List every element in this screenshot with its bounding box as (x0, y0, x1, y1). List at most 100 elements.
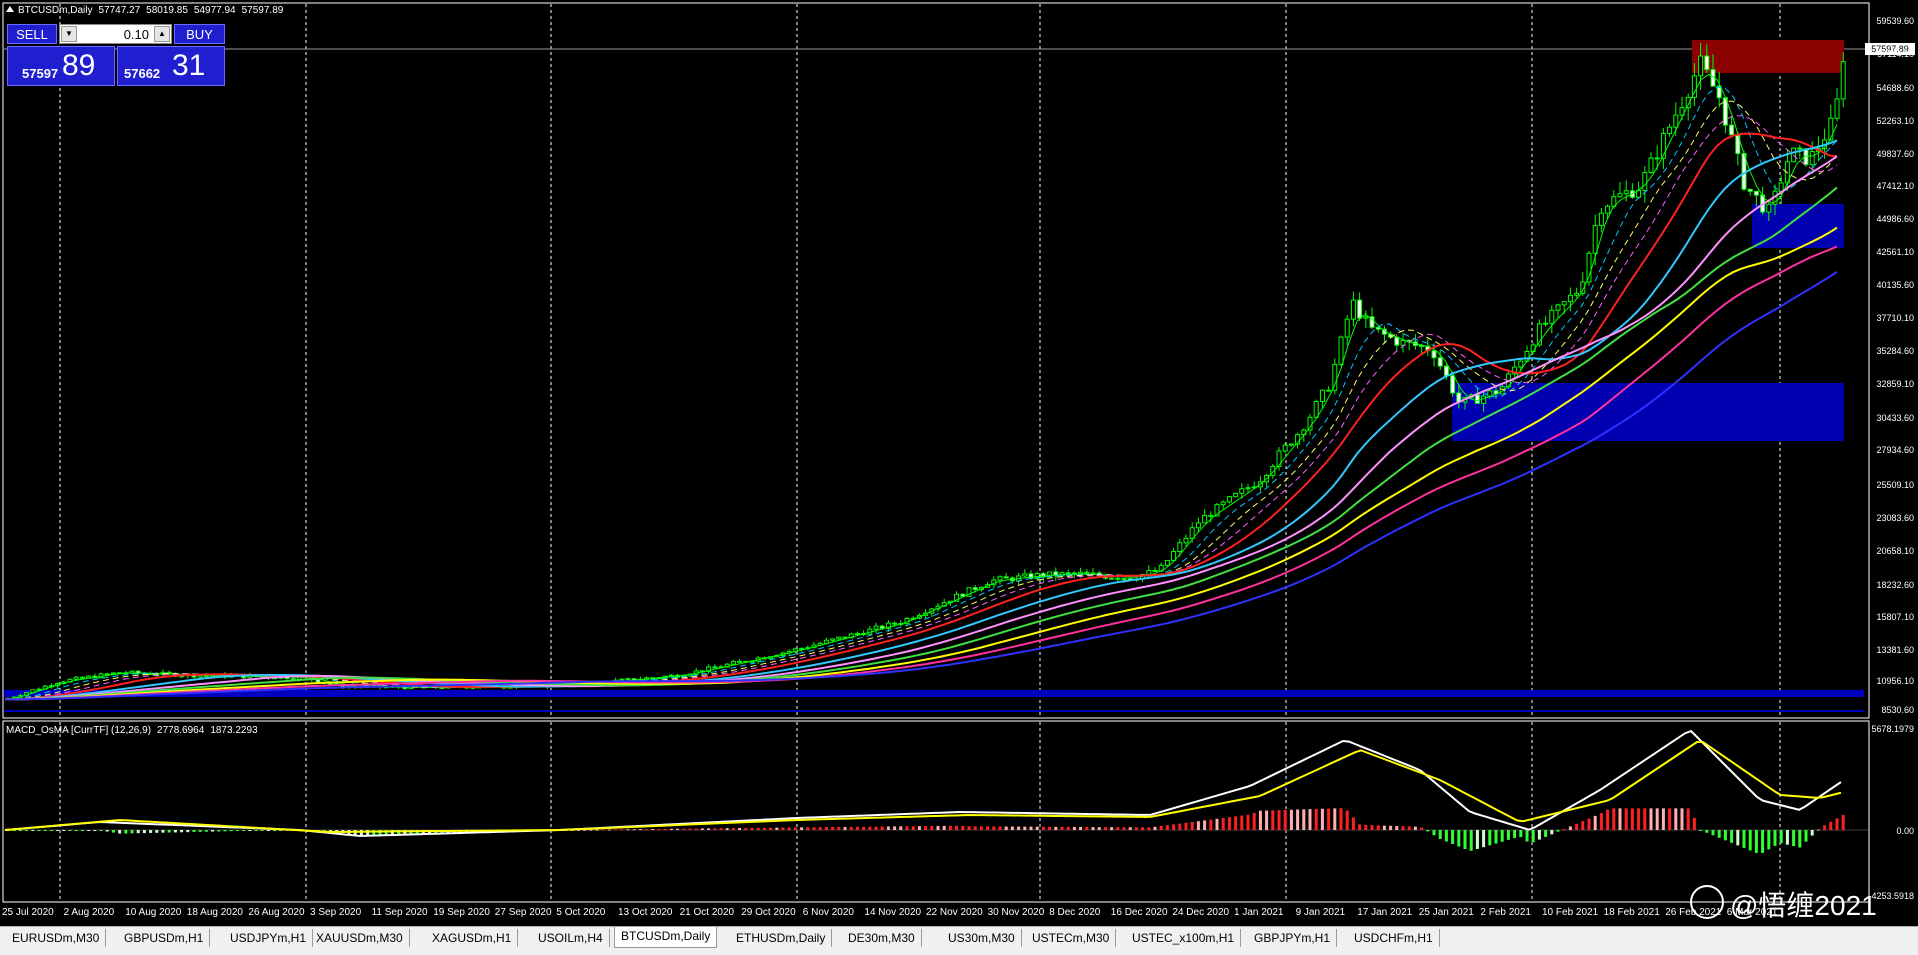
macd-histogram-bar (1079, 826, 1083, 830)
ask-price-button[interactable]: 57662 31 (117, 46, 225, 86)
macd-histogram-bar (31, 830, 35, 831)
candle-body (1146, 569, 1152, 575)
macd-histogram-bar (1085, 827, 1089, 830)
macd-histogram-bar (744, 827, 748, 830)
macd-histogram-bar (917, 826, 921, 830)
macd-histogram-bar (124, 830, 128, 834)
chart-tab[interactable]: GBPJPYm,H1 (1248, 929, 1338, 947)
macd-histogram-bar (1717, 830, 1721, 838)
macd-histogram-bar (1736, 830, 1740, 846)
chart-tab[interactable]: BTCUSDm,Daily (614, 927, 718, 948)
bid-price-button[interactable]: 57597 89 (7, 46, 115, 86)
chart-tab[interactable]: USDCHFm,H1 (1348, 929, 1440, 947)
buy-button[interactable]: BUY (174, 24, 225, 44)
macd-histogram-bar (663, 828, 667, 830)
macd-histogram-bar (601, 829, 605, 831)
macd-histogram-bar (1147, 827, 1151, 830)
macd-axis-label: 5678.1979 (1871, 724, 1914, 734)
indicator-value-2: 1873.2293 (210, 725, 258, 736)
candle-body (997, 576, 1003, 581)
candle-body (1518, 360, 1524, 368)
lot-decrease-arrow-icon[interactable]: ▼ (61, 26, 77, 42)
price-axis-label: 40135.60 (1876, 280, 1914, 290)
symbol-title: BTCUSDm,Daily (18, 5, 93, 16)
macd-histogram-bar (1823, 825, 1827, 830)
macd-histogram-bar (1258, 810, 1262, 830)
macd-histogram-bar (1779, 830, 1783, 844)
chart-tab[interactable]: USTEC_x100m,H1 (1126, 929, 1242, 947)
macd-histogram-bar (1184, 822, 1188, 830)
date-axis-label: 25 Jul 2020 (2, 907, 54, 918)
candle-body (854, 632, 860, 635)
macd-histogram-bar (248, 830, 252, 831)
lot-input[interactable]: ▼ 0.10 ▲ (59, 24, 172, 44)
sell-button[interactable]: SELL (7, 24, 57, 44)
macd-histogram-bar (1444, 830, 1448, 842)
macd-histogram-bar (793, 827, 797, 830)
macd-histogram-bar (1649, 808, 1653, 830)
chart-tab[interactable]: XAUUSDm,M30 (310, 929, 410, 947)
candle-body (1704, 55, 1710, 71)
macd-histogram-bar (1748, 830, 1752, 851)
macd-histogram-bar (1401, 826, 1405, 830)
candle-body (1654, 157, 1660, 160)
chart-tab[interactable]: XAGUSDm,H1 (426, 929, 519, 947)
macd-histogram-bar (626, 829, 630, 831)
candle-body (1183, 537, 1189, 544)
macd-line (4, 729, 1842, 837)
macd-histogram-bar (1035, 826, 1039, 830)
lot-value[interactable]: 0.10 (124, 27, 149, 42)
macd-histogram-bar (607, 829, 611, 831)
price-axis-label: 37710.10 (1876, 313, 1914, 323)
macd-histogram-bar (880, 826, 884, 830)
macd-histogram-bar (1333, 808, 1337, 830)
macd-histogram-bar (818, 827, 822, 830)
candle-body (1673, 114, 1679, 128)
macd-histogram-bar (1655, 808, 1659, 830)
macd-histogram-bar (1451, 830, 1455, 844)
macd-histogram-bar (1754, 830, 1758, 853)
macd-histogram-bar (1382, 825, 1386, 830)
candle-body (1326, 389, 1332, 392)
candle-body (1778, 182, 1784, 192)
chart-tab[interactable]: US30m,M30 (942, 929, 1022, 947)
macd-histogram-bar (1327, 808, 1331, 830)
macd-histogram-bar (1376, 825, 1380, 830)
candle-body (1152, 569, 1158, 572)
candle-body (1605, 205, 1611, 214)
candle-body (1177, 542, 1183, 553)
macd-histogram-bar (1674, 808, 1678, 830)
indicator-frame (2, 720, 1870, 903)
date-axis-label: 19 Sep 2020 (433, 907, 490, 918)
candle-body (1400, 339, 1406, 346)
macd-histogram-bar (211, 830, 215, 832)
chart-tab[interactable]: DE30m,M30 (842, 929, 922, 947)
collapse-triangle-icon[interactable] (6, 6, 14, 12)
chart-canvas[interactable] (0, 0, 1918, 926)
macd-histogram-bar (688, 828, 692, 830)
chart-tab[interactable]: USDJPYm,H1 (224, 929, 314, 947)
macd-histogram-bar (1413, 826, 1417, 830)
chart-tab[interactable]: USTECm,M30 (1026, 929, 1117, 947)
chart-tab[interactable]: GBPUSDm,H1 (118, 929, 211, 947)
macd-histogram-bar (1289, 809, 1293, 830)
chart-tab[interactable]: ETHUSDm,Daily (730, 929, 833, 947)
macd-histogram-bar (1494, 830, 1498, 844)
chart-tab[interactable]: EURUSDm,M30 (6, 929, 107, 947)
lot-increase-arrow-icon[interactable]: ▲ (154, 26, 170, 42)
date-axis-label: 21 Oct 2020 (679, 907, 735, 918)
candle-body (1171, 551, 1177, 561)
macd-histogram-bar (1767, 830, 1771, 850)
candle-body (1202, 514, 1208, 524)
date-axis-label: 9 Jan 2021 (1295, 907, 1346, 918)
candle-body (1598, 212, 1604, 227)
candle-body (1766, 203, 1772, 213)
macd-histogram-bar (1314, 808, 1318, 830)
macd-histogram-bar (800, 827, 804, 830)
macd-histogram-bar (1091, 827, 1095, 830)
price-axis-label: 23083.60 (1876, 513, 1914, 523)
macd-histogram-bar (1606, 809, 1610, 830)
chart-tab[interactable]: USOILm,H4 (532, 929, 610, 947)
macd-histogram-bar (1407, 826, 1411, 830)
date-axis-label: 18 Feb 2021 (1603, 907, 1660, 918)
